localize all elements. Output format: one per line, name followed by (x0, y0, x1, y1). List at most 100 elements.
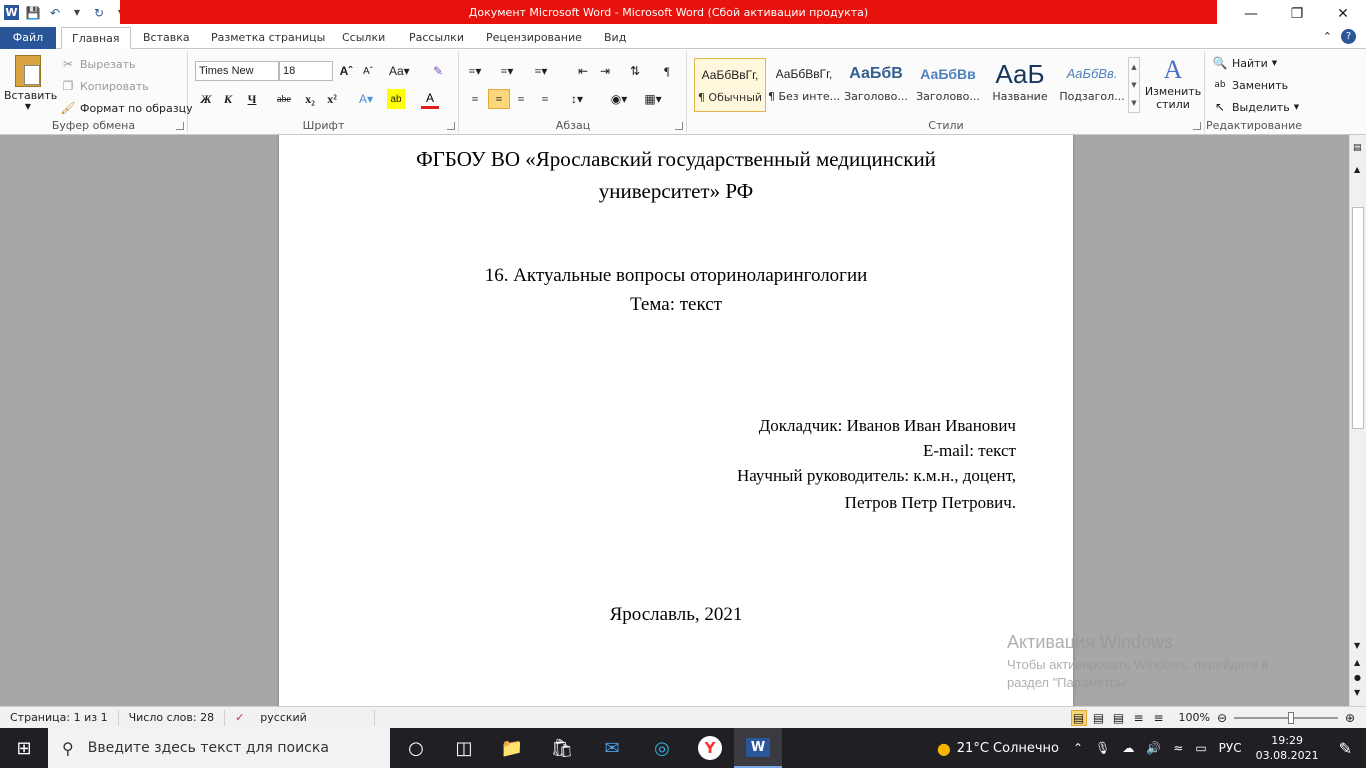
font-color-icon[interactable]: A (421, 89, 439, 109)
style-heading-2[interactable]: АаБбВв Заголово... (912, 58, 984, 112)
volume-icon[interactable]: 🔊 (1146, 741, 1161, 755)
bold-button[interactable]: Ж (197, 89, 215, 109)
onedrive-icon[interactable]: ☁ (1122, 741, 1134, 755)
underline-button[interactable]: Ч (243, 89, 261, 109)
shading-icon[interactable]: ◉▾ (610, 89, 628, 109)
scroll-up-icon[interactable]: ▲ (1354, 165, 1360, 174)
align-left-icon[interactable]: ≡ (466, 89, 484, 109)
format-painter-button[interactable]: 🖌 Формат по образцу (60, 100, 192, 116)
highlight-icon[interactable]: ab (387, 89, 405, 109)
superscript-icon[interactable]: x² (323, 89, 341, 109)
yandex-icon[interactable]: Y (686, 728, 734, 768)
tab-page-layout[interactable]: Разметка страницы (201, 27, 335, 49)
cortana-icon[interactable]: ○ (392, 728, 440, 768)
task-view-icon[interactable]: ◫ (440, 728, 488, 768)
taskbar-search[interactable]: ⚲ Введите здесь текст для поиска (48, 728, 390, 768)
notifications-icon[interactable]: ✎ (1339, 739, 1352, 758)
font-size-input[interactable]: 18 (279, 61, 333, 81)
network-icon[interactable]: ≈ (1173, 741, 1183, 755)
shrink-font-icon[interactable]: Aˇ (359, 61, 377, 81)
line-spacing-icon[interactable]: ↕▾ (568, 89, 586, 109)
input-language[interactable]: РУС (1219, 741, 1242, 755)
borders-icon[interactable]: ▦▾ (644, 89, 662, 109)
language-indicator[interactable]: ✓ русский (225, 709, 376, 726)
restore-button[interactable]: ❐ (1274, 0, 1320, 27)
weather-sun-icon[interactable]: ● (937, 739, 951, 758)
styles-scroll[interactable]: ▲ ▼ ▼ (1128, 57, 1140, 113)
zoom-level[interactable]: 100% (1179, 711, 1210, 724)
zoom-slider-thumb[interactable] (1288, 711, 1294, 724)
style-subtitle[interactable]: АаБбВв. Подзагол... (1056, 58, 1128, 112)
dropdown-arrow-icon[interactable]: ▼ (69, 5, 85, 21)
file-explorer-icon[interactable]: 📁 (488, 728, 536, 768)
find-button[interactable]: 🔍 Найти ▼ (1212, 55, 1278, 71)
align-right-icon[interactable]: ≡ (512, 89, 530, 109)
change-case-icon[interactable]: Aa▾ (389, 61, 410, 81)
page[interactable]: ФГБОУ ВО «Ярославский государственный ме… (279, 135, 1073, 706)
scroll-down-icon[interactable]: ▼ (1354, 641, 1360, 650)
store-icon[interactable]: 🛍 (538, 728, 586, 768)
cut-button[interactable]: ✂ Вырезать (60, 56, 136, 72)
save-icon[interactable]: 💾 (25, 5, 41, 21)
browse-object-icon[interactable]: ● (1354, 673, 1361, 682)
justify-icon[interactable]: ≡ (536, 89, 554, 109)
copy-button[interactable]: ❐ Копировать (60, 78, 149, 94)
clear-format-icon[interactable]: ✎ (429, 61, 447, 81)
microphone-icon[interactable]: 🎙 (1095, 741, 1110, 755)
edge-icon[interactable]: ◎ (638, 728, 686, 768)
increase-indent-icon[interactable]: ⇥ (596, 61, 614, 81)
battery-icon[interactable]: ▭ (1195, 741, 1206, 755)
ruler-toggle-icon[interactable]: ▤ (1353, 143, 1362, 153)
close-button[interactable]: ✕ (1320, 0, 1366, 27)
start-windows-icon[interactable]: ⊞ (0, 728, 48, 768)
numbering-icon[interactable]: ≡▾ (498, 61, 516, 81)
print-layout-icon[interactable]: ▤ (1070, 709, 1087, 726)
strikethrough-button[interactable]: abe (275, 89, 293, 109)
clock[interactable]: 19:29 03.08.2021 (1256, 733, 1319, 763)
paste-button[interactable]: Вставить ▼ (4, 53, 57, 117)
redo-icon[interactable]: ↻ (91, 5, 107, 21)
sort-icon[interactable]: ⇅ (626, 61, 644, 81)
subscript-icon[interactable]: x₂ (301, 89, 319, 109)
weather-text[interactable]: 21°C Солнечно (957, 741, 1059, 756)
text-effects-icon[interactable]: A▾ (357, 89, 375, 109)
word-app-icon[interactable]: W (4, 5, 19, 20)
tray-chevron-icon[interactable]: ⌃ (1073, 741, 1083, 755)
align-center-icon[interactable]: ≡ (488, 89, 510, 109)
tab-references[interactable]: Ссылки (332, 27, 395, 49)
font-launcher-icon[interactable] (447, 122, 455, 130)
undo-icon[interactable]: ↶ (47, 5, 63, 21)
zoom-in-icon[interactable]: ⊕ (1342, 710, 1358, 726)
style-title[interactable]: АаБ Название (984, 58, 1056, 112)
tab-file[interactable]: Файл (0, 27, 56, 49)
style-heading-1[interactable]: АаБбВ Заголово... (840, 58, 912, 112)
style-normal[interactable]: АаБбВвГг, ¶ Обычный (694, 58, 766, 112)
tab-mailings[interactable]: Рассылки (399, 27, 474, 49)
paragraph-launcher-icon[interactable] (675, 122, 683, 130)
vertical-scrollbar[interactable]: ▤ ▲ ▼ ▲ ● ▼ (1349, 135, 1366, 706)
web-layout-icon[interactable]: ▤ (1111, 710, 1127, 726)
tab-home[interactable]: Главная (61, 27, 131, 50)
multilevel-list-icon[interactable]: ≡▾ (532, 61, 550, 81)
change-styles-button[interactable]: A Изменить стили (1144, 55, 1202, 117)
font-name-input[interactable]: Times New Roman (195, 61, 279, 81)
bullets-icon[interactable]: ≡▾ (466, 61, 484, 81)
mail-icon[interactable]: ✉ (588, 728, 636, 768)
scroll-thumb[interactable] (1352, 207, 1364, 429)
draft-icon[interactable]: ≡ (1151, 710, 1167, 726)
word-taskbar-icon[interactable]: W (734, 728, 782, 768)
style-no-spacing[interactable]: АаБбВвГг, ¶ Без инте... (768, 58, 840, 112)
prev-page-icon[interactable]: ▲ (1354, 658, 1360, 667)
next-page-icon[interactable]: ▼ (1354, 688, 1360, 697)
show-marks-icon[interactable]: ¶ (658, 61, 676, 81)
full-screen-reading-icon[interactable]: ▤ (1091, 710, 1107, 726)
zoom-slider[interactable] (1234, 711, 1338, 724)
replace-button[interactable]: ab Заменить (1212, 77, 1288, 93)
tab-view[interactable]: Вид (594, 27, 636, 49)
help-icon[interactable]: ? (1341, 29, 1356, 44)
decrease-indent-icon[interactable]: ⇤ (574, 61, 592, 81)
italic-button[interactable]: К (219, 89, 237, 109)
outline-icon[interactable]: ≡ (1131, 710, 1147, 726)
word-count[interactable]: Число слов: 28 (119, 709, 226, 726)
grow-font-icon[interactable]: Aˆ (337, 61, 355, 81)
